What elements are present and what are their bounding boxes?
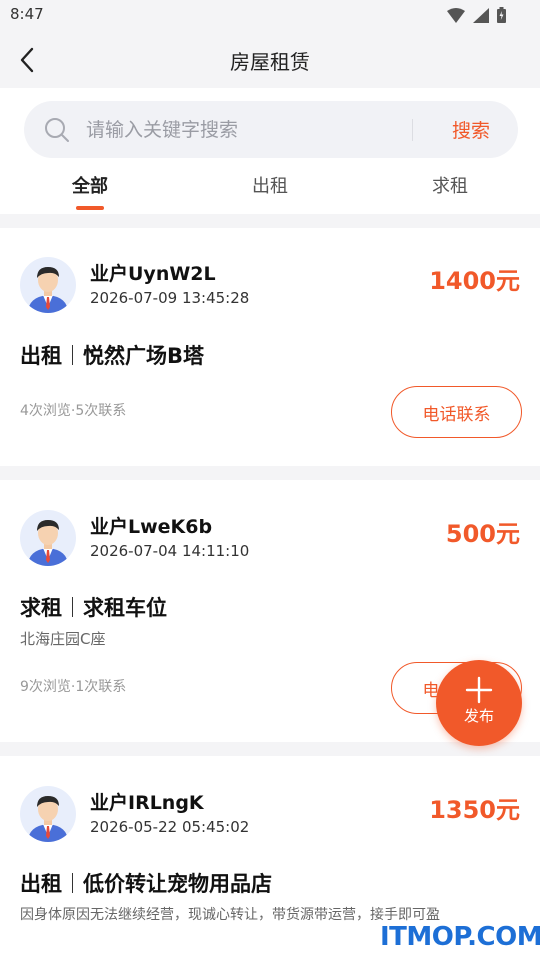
divider (0, 214, 540, 228)
listing-address: 北海庄园C座 (20, 630, 106, 648)
post-time: 2026-05-22 05:45:02 (90, 818, 250, 836)
search-area: 搜索 全部 出租 求租 (0, 88, 540, 214)
listing-title: 出租 悦然广场B塔 (20, 340, 204, 370)
listing-type: 求租 (20, 596, 62, 620)
header: 房屋租赁 (0, 30, 540, 88)
tab-rent-wanted[interactable]: 求租 (360, 172, 540, 212)
avatar (20, 510, 76, 566)
title-separator (72, 873, 73, 893)
listing-name: 悦然广场B塔 (83, 344, 205, 368)
tab-all[interactable]: 全部 (0, 172, 180, 212)
search-divider (412, 119, 413, 141)
price: 500元 (445, 520, 520, 548)
wifi-icon (447, 7, 465, 23)
user-name: 业户UynW2L (90, 263, 216, 285)
listing-description: 因身体原因无法继续经营，现诚心转让，带货源带运营，接手即可盈 (20, 907, 440, 923)
listing-title: 出租 低价转让宠物用品店 (20, 868, 272, 898)
tab-rent-out[interactable]: 出租 (180, 172, 360, 212)
signal-icon (473, 7, 489, 23)
search-button[interactable]: 搜索 (424, 101, 518, 158)
phone-contact-button[interactable]: 电话联系 (391, 386, 522, 438)
status-bar: 8:47 (0, 0, 540, 30)
post-time: 2026-07-09 13:45:28 (90, 289, 250, 307)
watermark: ITMOP.COM (380, 922, 540, 952)
title-separator (72, 597, 73, 617)
status-icons (447, 7, 506, 23)
divider (0, 742, 540, 756)
price: 1400元 (429, 267, 520, 295)
tab-label: 全部 (72, 176, 108, 197)
divider (0, 466, 540, 480)
page-title: 房屋租赁 (230, 50, 310, 74)
tab-bar: 全部 出租 求租 (0, 172, 540, 212)
fab-label: 发布 (463, 707, 494, 725)
user-name: 业户LweK6b (90, 516, 213, 538)
battery-icon (497, 7, 506, 23)
search-input[interactable] (86, 101, 406, 158)
post-time: 2026-07-04 14:11:10 (90, 542, 250, 560)
listing-type: 出租 (20, 344, 62, 368)
search-box: 搜索 (24, 101, 518, 158)
avatar (20, 257, 76, 313)
avatar (20, 786, 76, 842)
tab-label: 求租 (432, 176, 468, 197)
listing-stats: 9次浏览·1次联系 (20, 679, 127, 695)
status-time: 8:47 (10, 5, 44, 23)
listing-name: 低价转让宠物用品店 (83, 872, 272, 896)
tab-label: 出租 (252, 176, 288, 197)
user-name: 业户IRLngK (90, 792, 204, 814)
listing-card[interactable]: 业户UynW2L 2026-07-09 13:45:28 1400元 出租 悦然广… (0, 228, 540, 466)
publish-fab-button[interactable]: 发布 (436, 660, 522, 746)
listing-title: 求租 求租车位 (20, 592, 167, 622)
listing-type: 出租 (20, 872, 62, 896)
listing-name: 求租车位 (83, 596, 167, 620)
tab-indicator (76, 206, 104, 210)
title-separator (72, 345, 73, 365)
plus-icon (465, 676, 493, 704)
listing-stats: 4次浏览·5次联系 (20, 403, 127, 419)
search-icon (45, 118, 69, 142)
price: 1350元 (429, 796, 520, 824)
